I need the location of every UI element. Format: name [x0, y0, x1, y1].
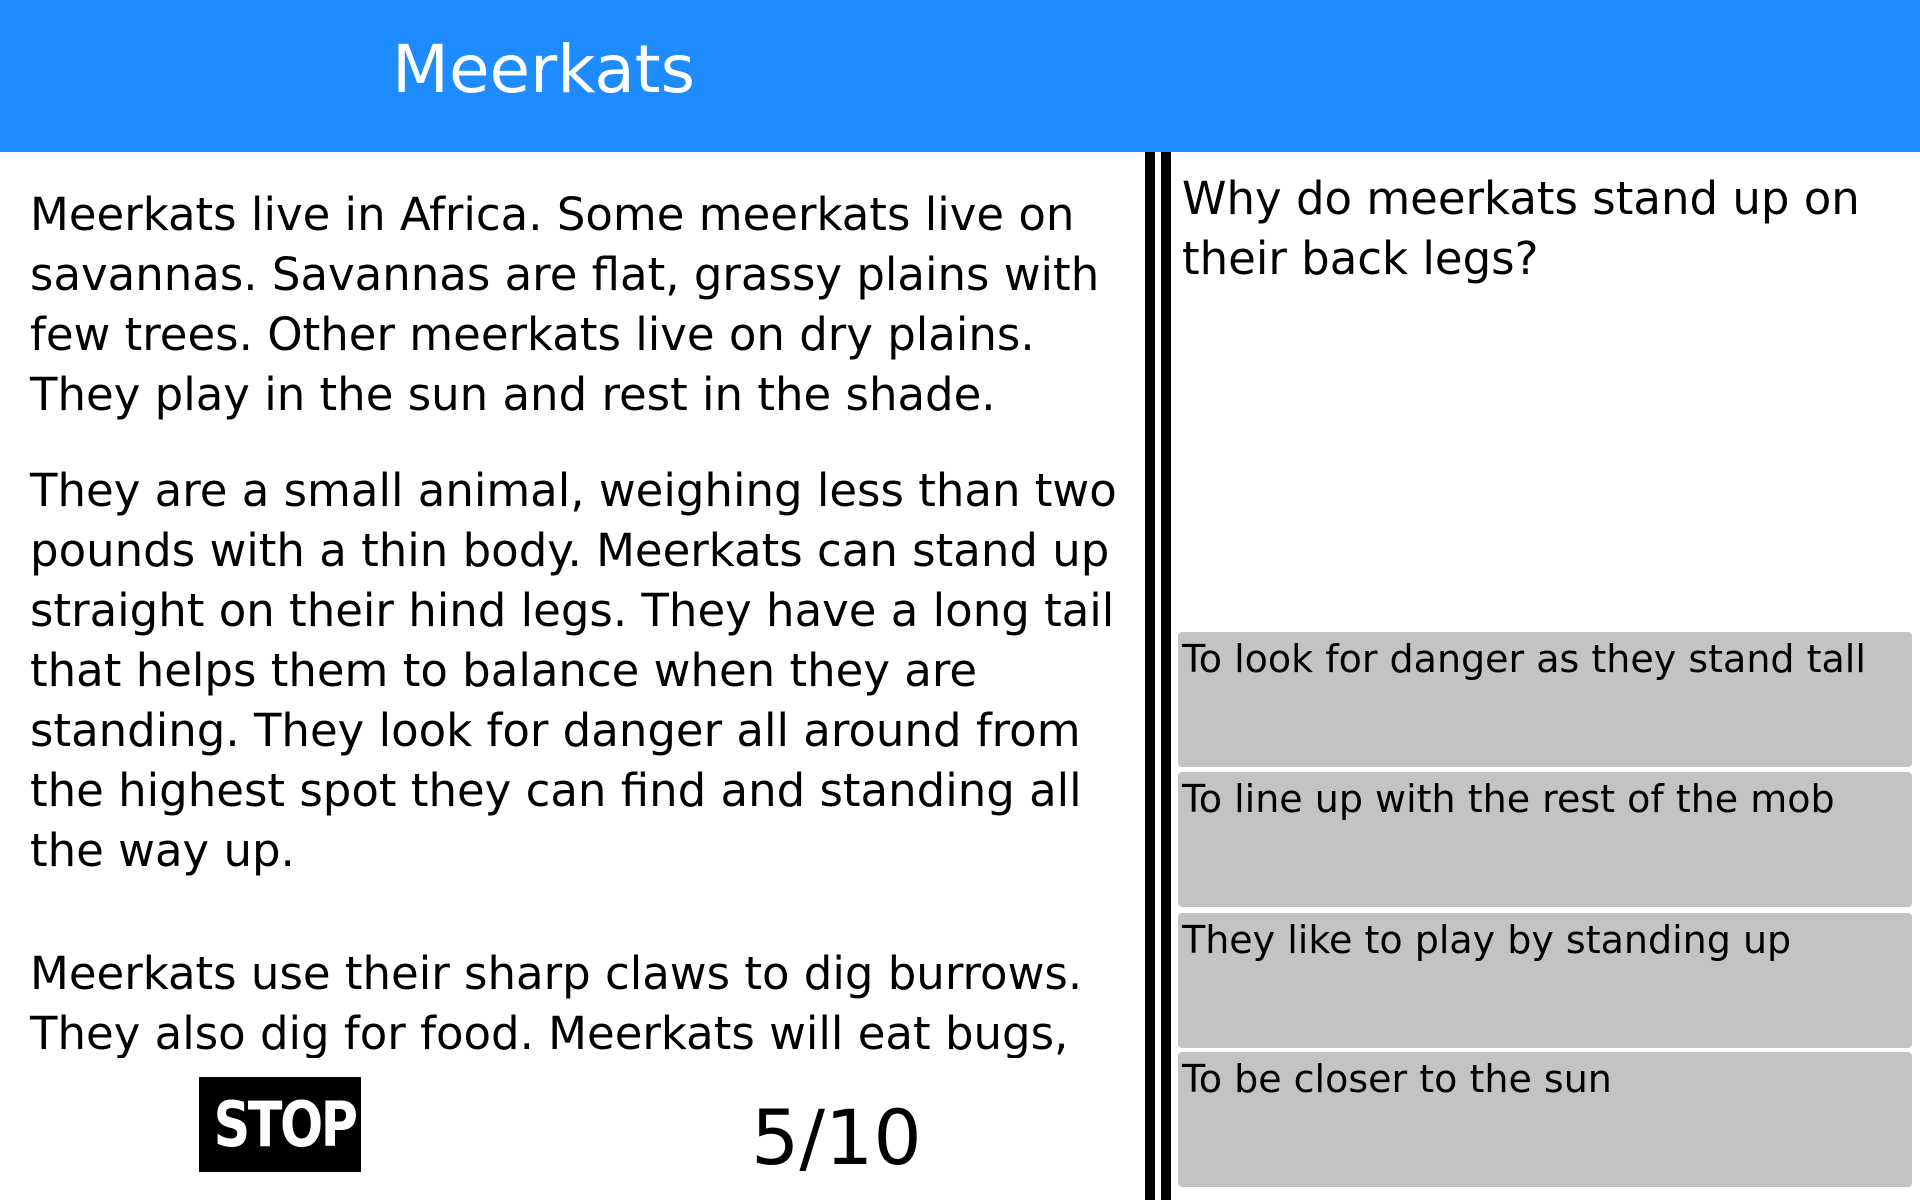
- footer-bar: STOP 5/10: [45, 1058, 1143, 1200]
- answer-option-label: To look for danger as they stand tall: [1182, 637, 1866, 681]
- header-bar: Meerkats: [0, 0, 1920, 152]
- answer-option-1[interactable]: To look for danger as they stand tall: [1178, 632, 1912, 767]
- passage-paragraph-3: Meerkats use their sharp claws to dig bu…: [30, 947, 1083, 1058]
- divider-line-left: [1145, 152, 1155, 1200]
- answer-option-label: They like to play by standing up: [1182, 918, 1792, 962]
- reading-passage[interactable]: Meerkats live in Africa. Some meerkats l…: [0, 152, 1143, 1058]
- question-text: Why do meerkats stand up on their back l…: [1182, 172, 1860, 285]
- answer-option-3[interactable]: They like to play by standing up: [1178, 913, 1912, 1048]
- stop-button[interactable]: STOP: [199, 1077, 361, 1172]
- page-title: Meerkats: [392, 31, 696, 108]
- answer-option-4[interactable]: To be closer to the sun: [1178, 1052, 1912, 1187]
- passage-paragraph-2: They are a small animal, weighing less t…: [30, 464, 1117, 877]
- panel-divider: [1145, 152, 1171, 1200]
- answer-option-2[interactable]: To line up with the rest of the mob: [1178, 772, 1912, 907]
- stop-button-label: STOP: [213, 1088, 358, 1161]
- question-progress: 5/10: [751, 1093, 922, 1182]
- answer-option-label: To be closer to the sun: [1182, 1057, 1612, 1101]
- divider-line-right: [1161, 152, 1171, 1200]
- answer-option-label: To line up with the rest of the mob: [1182, 777, 1835, 821]
- passage-paragraph-1: Meerkats live in Africa. Some meerkats l…: [30, 188, 1100, 421]
